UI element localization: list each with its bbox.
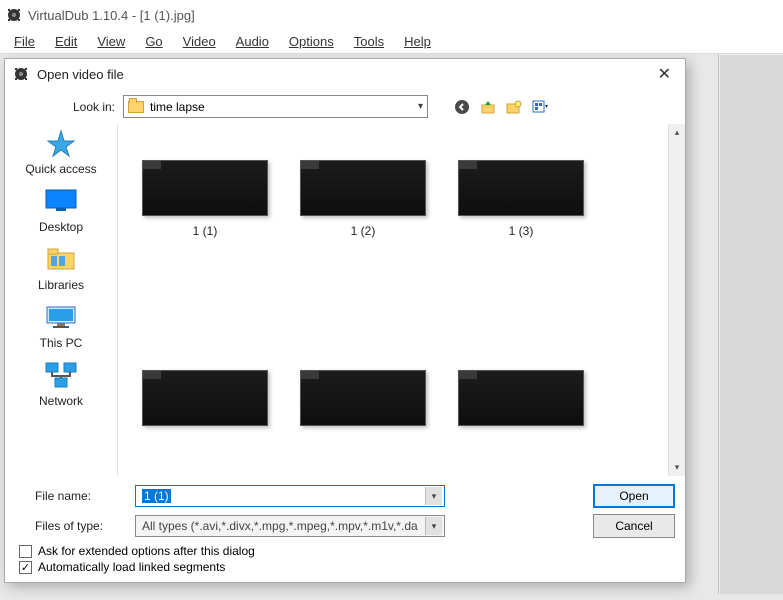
scrollbar[interactable]: ▴ ▾ (668, 124, 685, 476)
places-bar: Quick access Desktop Libraries This PC N… (5, 124, 117, 476)
place-this-pc[interactable]: This PC (16, 302, 106, 350)
menu-tools[interactable]: Tools (346, 32, 392, 51)
place-desktop[interactable]: Desktop (16, 186, 106, 234)
auto-load-segments-checkbox[interactable]: ✓ Automatically load linked segments (19, 560, 675, 574)
file-item[interactable] (288, 370, 438, 466)
checkbox-icon (19, 545, 32, 558)
place-network[interactable]: Network (16, 360, 106, 408)
desktop-icon (43, 186, 79, 216)
place-quick-access[interactable]: Quick access (16, 128, 106, 176)
scroll-up-icon[interactable]: ▴ (669, 124, 685, 141)
file-name-value: 1 (1) (142, 489, 171, 503)
cancel-button[interactable]: Cancel (593, 514, 675, 538)
menubar: File Edit View Go Video Audio Options To… (0, 30, 783, 54)
file-item[interactable]: 1 (1) (130, 160, 280, 270)
new-folder-icon[interactable] (506, 99, 522, 115)
file-type-dropdown[interactable]: All types (*.avi,*.divx,*.mpg,*.mpeg,*.m… (135, 515, 445, 537)
look-in-row: Look in: time lapse ▾ (5, 89, 685, 124)
app-icon (6, 7, 22, 23)
right-panel (718, 54, 783, 594)
network-icon (43, 360, 79, 390)
open-file-dialog: Open video file ✕ Look in: time lapse ▾ … (4, 58, 686, 583)
back-icon[interactable] (454, 99, 470, 115)
quick-access-icon (43, 128, 79, 158)
file-type-value: All types (*.avi,*.divx,*.mpg,*.mpeg,*.m… (142, 519, 418, 533)
file-name-label: File name: (15, 489, 127, 503)
thumbnail (458, 160, 584, 216)
dialog-titlebar: Open video file ✕ (5, 59, 685, 89)
file-type-label: Files of type: (15, 519, 127, 533)
app-title: VirtualDub 1.10.4 - [1 (1).jpg] (28, 8, 195, 23)
menu-view[interactable]: View (89, 32, 133, 51)
dialog-icon (13, 66, 29, 82)
chevron-down-icon[interactable]: ▾ (425, 517, 442, 535)
thumbnail (300, 370, 426, 426)
file-name-input[interactable]: 1 (1) ▾ (135, 485, 445, 507)
file-item[interactable] (446, 370, 596, 466)
menu-edit[interactable]: Edit (47, 32, 85, 51)
libraries-icon (43, 244, 79, 274)
thumbnail (458, 370, 584, 426)
menu-audio[interactable]: Audio (228, 32, 277, 51)
close-button[interactable]: ✕ (652, 64, 677, 84)
file-item[interactable]: 1 (2) (288, 160, 438, 270)
view-menu-icon[interactable] (532, 99, 548, 115)
up-one-level-icon[interactable] (480, 99, 496, 115)
menu-options[interactable]: Options (281, 32, 342, 51)
extended-options-checkbox[interactable]: Ask for extended options after this dial… (19, 544, 675, 558)
place-libraries[interactable]: Libraries (16, 244, 106, 292)
file-item[interactable] (130, 370, 280, 466)
chevron-down-icon: ▾ (418, 101, 423, 112)
menu-video[interactable]: Video (175, 32, 224, 51)
thumbnail (142, 160, 268, 216)
app-titlebar: VirtualDub 1.10.4 - [1 (1).jpg] (0, 0, 783, 30)
look-in-dropdown[interactable]: time lapse ▾ (123, 95, 428, 118)
checkbox-icon: ✓ (19, 561, 32, 574)
folder-icon (128, 101, 144, 113)
file-item[interactable]: 1 (3) (446, 160, 596, 270)
dialog-title: Open video file (37, 67, 644, 82)
menu-go[interactable]: Go (137, 32, 170, 51)
scroll-down-icon[interactable]: ▾ (669, 459, 685, 476)
look-in-value: time lapse (150, 100, 205, 114)
menu-help[interactable]: Help (396, 32, 439, 51)
this-pc-icon (43, 302, 79, 332)
open-button[interactable]: Open (593, 484, 675, 508)
dialog-bottom: File name: 1 (1) ▾ Open Files of type: A… (5, 476, 685, 582)
look-in-label: Look in: (15, 100, 115, 114)
menu-file[interactable]: File (6, 32, 43, 51)
file-list-pane: 1 (1) 1 (2) 1 (3) ▴ ▾ (117, 124, 685, 476)
chevron-down-icon[interactable]: ▾ (425, 487, 442, 505)
thumbnail (142, 370, 268, 426)
thumbnail (300, 160, 426, 216)
